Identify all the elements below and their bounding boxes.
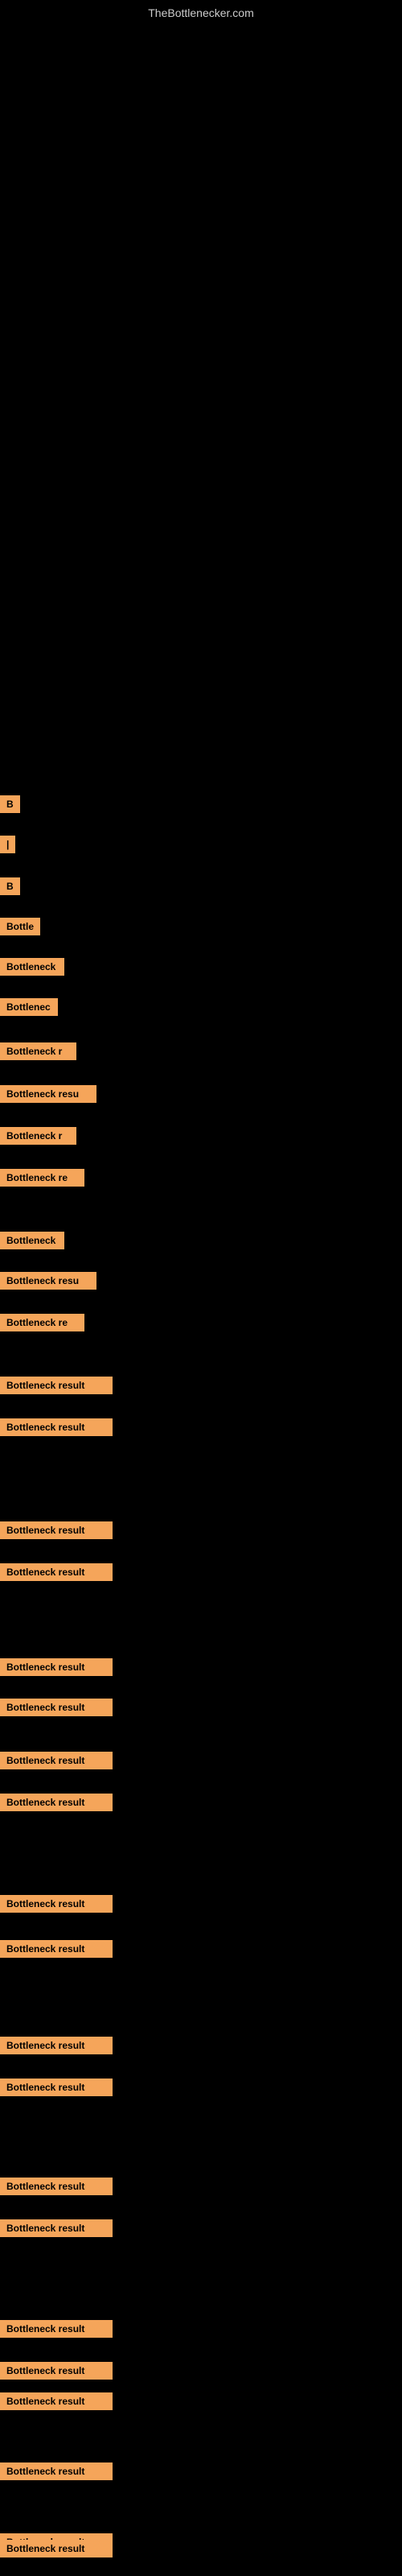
bottleneck-result-label: Bottleneck result — [0, 1418, 113, 1436]
bottleneck-result-label: Bottleneck r — [0, 1042, 76, 1060]
bottleneck-result-label: Bottleneck result — [0, 2392, 113, 2410]
bottleneck-result-label: | — [0, 836, 15, 853]
bottleneck-result-label: Bottleneck result — [0, 2320, 113, 2338]
bottleneck-result-label: Bottleneck resu — [0, 1085, 96, 1103]
bottleneck-result-label: Bottleneck result — [0, 1940, 113, 1958]
bottleneck-result-label: Bottleneck result — [0, 2219, 113, 2237]
bottleneck-result-label: Bottleneck re — [0, 1169, 84, 1187]
bottleneck-result-label: Bottleneck — [0, 958, 64, 976]
bottleneck-result-label: Bottleneck result — [0, 2037, 113, 2054]
bottleneck-result-label: Bottleneck result — [0, 2362, 113, 2380]
bottleneck-result-label: Bottleneck result — [0, 2178, 113, 2195]
bottleneck-result-label: Bottleneck result — [0, 1794, 113, 1811]
bottleneck-result-label: Bottleneck resu — [0, 1272, 96, 1290]
bottleneck-result-label: Bottleneck — [0, 1232, 64, 1249]
bottleneck-result-label: Bottleneck result — [0, 2079, 113, 2096]
bottleneck-result-label: Bottleneck result — [0, 1658, 113, 1676]
bottleneck-result-label: Bottleneck result — [0, 2462, 113, 2480]
bottleneck-result-label: Bottleneck result — [0, 2540, 113, 2557]
bottleneck-result-label: Bottleneck result — [0, 1521, 113, 1539]
bottleneck-result-label: Bottleneck result — [0, 1895, 113, 1913]
bottleneck-result-label: Bottleneck result — [0, 1563, 113, 1581]
bottleneck-result-label: Bottleneck result — [0, 1377, 113, 1394]
site-title: TheBottlenecker.com — [0, 0, 402, 26]
bottleneck-result-label: B — [0, 877, 20, 895]
bottleneck-result-label: Bottlenec — [0, 998, 58, 1016]
bottleneck-result-label: Bottle — [0, 918, 40, 935]
bottleneck-result-label: B — [0, 795, 20, 813]
bottleneck-result-label: Bottleneck re — [0, 1314, 84, 1331]
bottleneck-result-label: Bottleneck result — [0, 1752, 113, 1769]
bottleneck-result-label: Bottleneck result — [0, 1699, 113, 1716]
bottleneck-result-label: Bottleneck r — [0, 1127, 76, 1145]
